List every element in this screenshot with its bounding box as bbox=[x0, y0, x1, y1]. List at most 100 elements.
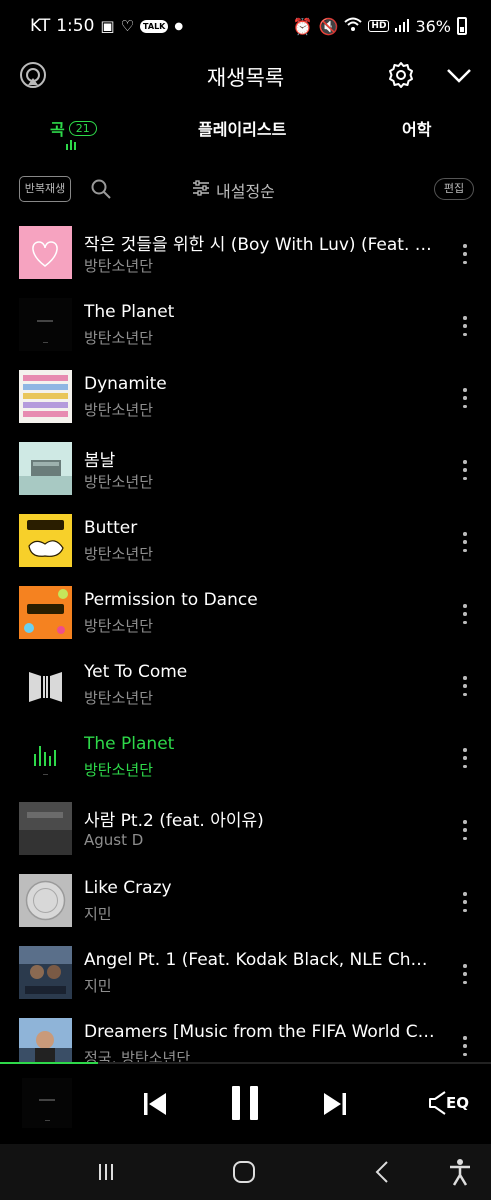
more-options-icon[interactable] bbox=[457, 244, 473, 264]
search-icon[interactable] bbox=[90, 178, 112, 200]
status-bar: KT 1:50 ▣ ♡ TALK ● ⏰ 🔇 HD 36% bbox=[0, 0, 491, 54]
tab-language[interactable]: 어학 bbox=[402, 116, 431, 140]
header: 재생목록 bbox=[0, 54, 491, 100]
wifi-icon bbox=[344, 16, 363, 36]
song-row-now-playing[interactable]: The Planet 방탄소년단 bbox=[0, 722, 491, 794]
pause-icon[interactable] bbox=[230, 1084, 260, 1126]
system-nav-bar bbox=[0, 1144, 491, 1200]
battery-icon bbox=[457, 17, 467, 35]
tab-playlist[interactable]: 플레이리스트 bbox=[198, 116, 286, 140]
more-options-icon[interactable] bbox=[457, 604, 473, 624]
album-art bbox=[19, 298, 72, 351]
battery-label: 36% bbox=[415, 16, 451, 36]
previous-track-icon[interactable] bbox=[142, 1090, 168, 1122]
chevron-down-icon[interactable] bbox=[444, 60, 474, 90]
song-title: Like Crazy bbox=[84, 878, 172, 898]
album-art bbox=[19, 226, 72, 279]
song-artist: 방탄소년단 bbox=[84, 329, 154, 347]
song-artist: 방탄소년단 bbox=[84, 617, 154, 635]
album-art bbox=[19, 658, 72, 711]
status-left: KT 1:50 ▣ ♡ TALK ● bbox=[30, 16, 183, 36]
heart-icon: ♡ bbox=[120, 17, 135, 35]
album-art bbox=[19, 514, 72, 567]
more-options-icon[interactable] bbox=[457, 532, 473, 552]
album-art bbox=[19, 874, 72, 927]
time-label: 1:50 bbox=[56, 16, 95, 36]
edit-button[interactable]: 편집 bbox=[434, 178, 474, 200]
song-artist: 방탄소년단 bbox=[84, 257, 154, 275]
album-art bbox=[19, 442, 72, 495]
talk-icon: TALK bbox=[140, 19, 169, 33]
song-title: 봄날 bbox=[84, 451, 116, 471]
song-title: Dreamers [Music from the FIFA World Cup … bbox=[84, 1022, 436, 1042]
song-artist: 방탄소년단 bbox=[84, 545, 154, 563]
sort-label: 내설정순 bbox=[216, 182, 275, 201]
status-right: ⏰ 🔇 HD 36% bbox=[293, 16, 467, 36]
album-art bbox=[19, 370, 72, 423]
song-title: Angel Pt. 1 (Feat. Kodak Black, NLE Chop… bbox=[84, 950, 436, 970]
song-row[interactable]: 봄날 방탄소년단 bbox=[0, 434, 491, 506]
song-count-badge: 21 bbox=[68, 120, 97, 136]
song-row[interactable]: Yet To Come 방탄소년단 bbox=[0, 650, 491, 722]
carrier-label: KT bbox=[30, 16, 51, 36]
eq-label: EQ bbox=[446, 1094, 469, 1112]
song-row[interactable]: 사람 Pt.2 (feat. 아이유) Agust D bbox=[0, 794, 491, 866]
song-artist: 방탄소년단 bbox=[84, 689, 154, 707]
song-row[interactable]: The Planet 방탄소년단 bbox=[0, 290, 491, 362]
gallery-icon: ▣ bbox=[100, 17, 115, 35]
song-artist: 방탄소년단 bbox=[84, 761, 154, 779]
song-title: Permission to Dance bbox=[84, 590, 258, 610]
equalizer-icon bbox=[66, 140, 76, 150]
song-row[interactable]: Like Crazy 지민 bbox=[0, 866, 491, 938]
song-row[interactable]: Dynamite 방탄소년단 bbox=[0, 362, 491, 434]
more-options-icon[interactable] bbox=[457, 892, 473, 912]
accessibility-icon[interactable] bbox=[448, 1158, 472, 1190]
gear-icon[interactable] bbox=[386, 60, 416, 90]
more-options-icon[interactable] bbox=[457, 460, 473, 480]
mini-player: EQ bbox=[0, 1064, 491, 1144]
equalizer-button[interactable]: EQ bbox=[428, 1090, 469, 1116]
speaker-icon bbox=[429, 1091, 446, 1115]
song-title: 사람 Pt.2 (feat. 아이유) bbox=[84, 811, 264, 831]
album-art bbox=[19, 586, 72, 639]
song-title: 작은 것들을 위한 시 (Boy With Luv) (Feat. Halsey… bbox=[84, 235, 436, 255]
song-title: Butter bbox=[84, 518, 138, 538]
song-row[interactable]: Angel Pt. 1 (Feat. Kodak Black, NLE Chop… bbox=[0, 938, 491, 1010]
tab-songs-label: 곡 bbox=[50, 120, 65, 139]
next-track-icon[interactable] bbox=[322, 1090, 348, 1122]
now-playing-art[interactable] bbox=[22, 1078, 72, 1128]
song-row[interactable]: Permission to Dance 방탄소년단 bbox=[0, 578, 491, 650]
more-options-icon[interactable] bbox=[457, 676, 473, 696]
more-options-icon[interactable] bbox=[457, 820, 473, 840]
recent-apps-icon[interactable] bbox=[96, 1162, 116, 1186]
more-options-icon[interactable] bbox=[457, 964, 473, 984]
song-row[interactable]: 작은 것들을 위한 시 (Boy With Luv) (Feat. Halsey… bbox=[0, 218, 491, 290]
song-artist: 방탄소년단 bbox=[84, 473, 154, 491]
song-artist: 방탄소년단 bbox=[84, 401, 154, 419]
tab-songs[interactable]: 곡 21 bbox=[50, 116, 97, 140]
song-title: The Planet bbox=[84, 302, 175, 322]
playing-indicator-icon bbox=[19, 730, 72, 783]
more-options-icon[interactable] bbox=[457, 388, 473, 408]
more-options-icon[interactable] bbox=[457, 748, 473, 768]
repeat-button[interactable]: 반복재생 bbox=[19, 176, 71, 202]
more-options-icon[interactable] bbox=[457, 1036, 473, 1056]
dot-icon: ● bbox=[174, 20, 184, 32]
alarm-icon: ⏰ bbox=[292, 16, 313, 36]
tab-bar: 곡 21 플레이리스트 어학 bbox=[0, 112, 491, 158]
back-icon[interactable] bbox=[374, 1160, 390, 1188]
song-artist: 지민 bbox=[84, 905, 112, 923]
home-icon[interactable] bbox=[232, 1160, 256, 1188]
more-options-icon[interactable] bbox=[457, 316, 473, 336]
song-title: Yet To Come bbox=[84, 662, 188, 682]
list-toolbar: 반복재생 내설정순 편집 bbox=[0, 172, 491, 208]
album-art bbox=[19, 802, 72, 855]
sliders-icon bbox=[192, 180, 210, 200]
song-title: Dynamite bbox=[84, 374, 167, 394]
mute-icon: 🔇 bbox=[318, 16, 339, 36]
song-row[interactable]: Butter 방탄소년단 bbox=[0, 506, 491, 578]
song-artist: 지민 bbox=[84, 977, 112, 995]
sort-button[interactable]: 내설정순 bbox=[192, 178, 275, 202]
album-art bbox=[19, 946, 72, 999]
song-artist: Agust D bbox=[84, 831, 144, 849]
